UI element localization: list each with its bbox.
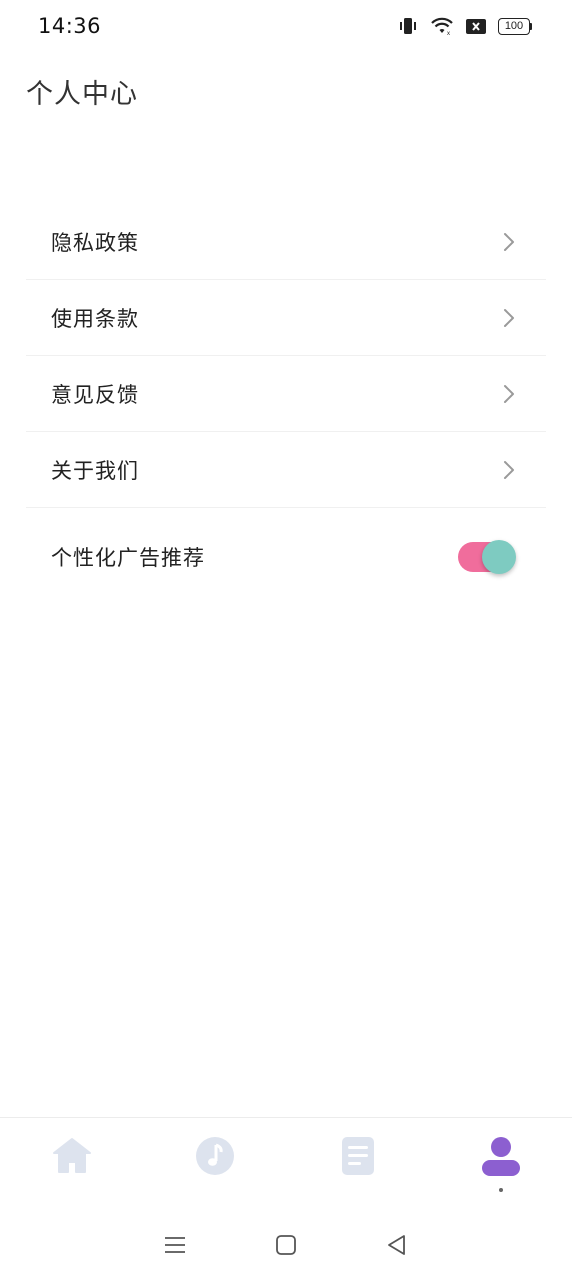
home-icon	[52, 1138, 91, 1173]
chevron-right-icon	[504, 232, 514, 251]
tab-document[interactable]	[286, 1118, 429, 1203]
settings-item-terms-of-use[interactable]: 使用条款	[26, 280, 546, 356]
screen: 14:36 x 100 个人中心 隐私政策 使用条款 意见反馈 关于我们 个性化…	[0, 0, 572, 1280]
page-title: 个人中心	[26, 79, 138, 110]
chevron-right-icon	[504, 384, 514, 403]
document-icon	[341, 1137, 374, 1175]
system-nav-bar	[0, 1210, 572, 1280]
tab-profile[interactable]	[429, 1118, 572, 1203]
home-square-icon	[276, 1235, 296, 1255]
nav-menu-button[interactable]	[155, 1225, 195, 1265]
nav-back-button[interactable]	[377, 1225, 417, 1265]
active-tab-indicator	[498, 1188, 503, 1192]
tab-music[interactable]	[143, 1118, 286, 1203]
status-bar: 14:36 x 100	[0, 0, 572, 52]
nav-home-button[interactable]	[266, 1225, 306, 1265]
settings-item-privacy-policy[interactable]: 隐私政策	[26, 204, 546, 280]
personalized-ads-toggle[interactable]	[458, 540, 516, 574]
settings-item-label: 意见反馈	[51, 382, 139, 407]
settings-item-label: 隐私政策	[51, 230, 139, 255]
settings-item-feedback[interactable]: 意见反馈	[26, 356, 546, 432]
settings-item-label: 个性化广告推荐	[51, 546, 205, 570]
tab-home[interactable]	[0, 1118, 143, 1203]
music-note-icon	[195, 1137, 234, 1175]
settings-list: 隐私政策 使用条款 意见反馈 关于我们 个性化广告推荐	[26, 204, 546, 606]
tab-bar	[0, 1117, 572, 1203]
toggle-knob	[482, 540, 516, 574]
chevron-right-icon	[504, 308, 514, 327]
sim-disabled-icon	[466, 18, 486, 35]
settings-item-personalized-ads: 个性化广告推荐	[26, 508, 546, 606]
chevron-right-icon	[504, 460, 514, 479]
settings-item-about-us[interactable]: 关于我们	[26, 432, 546, 508]
battery-level: 100	[498, 17, 530, 35]
settings-item-label: 关于我们	[51, 458, 139, 483]
profile-icon	[481, 1137, 520, 1176]
wifi-icon: x	[430, 17, 454, 35]
battery-icon: 100	[498, 17, 532, 35]
vibrate-icon	[398, 17, 418, 35]
menu-icon	[165, 1237, 186, 1253]
status-icons: x 100	[398, 17, 532, 35]
status-time: 14:36	[38, 14, 102, 38]
settings-item-label: 使用条款	[51, 306, 139, 331]
back-triangle-icon	[387, 1235, 405, 1255]
svg-text:x: x	[447, 31, 450, 35]
